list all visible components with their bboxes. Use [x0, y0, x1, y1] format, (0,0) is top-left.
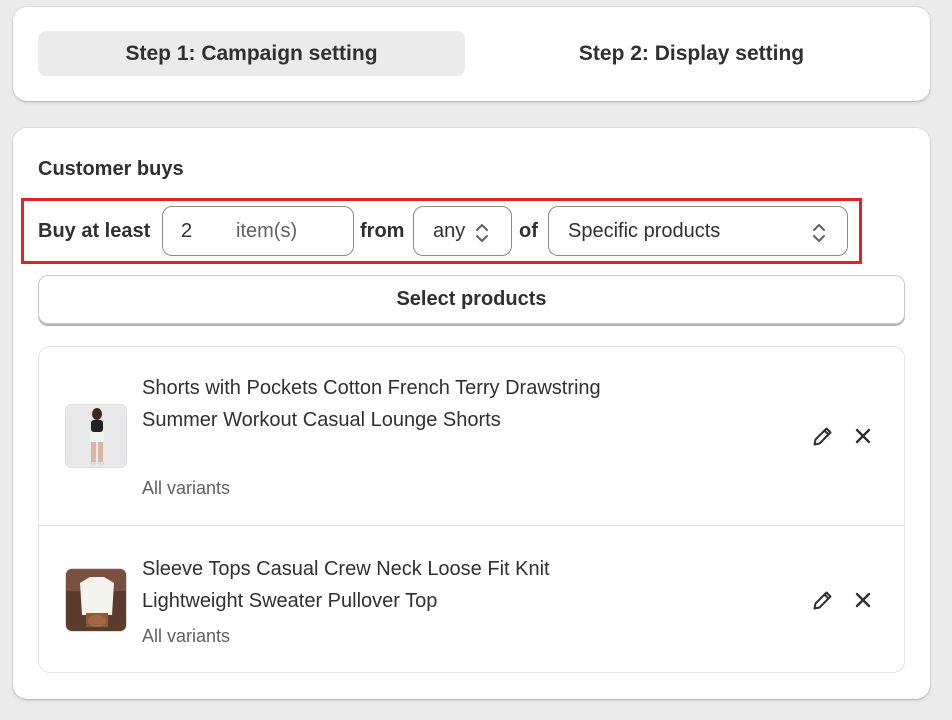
list-item: Sleeve Tops Casual Crew Neck Loose Fit K… [39, 527, 904, 673]
tab-step-1-campaign-setting[interactable]: Step 1: Campaign setting [38, 31, 465, 76]
product-variants: All variants [142, 478, 231, 498]
chevron-up-down-icon [476, 224, 488, 242]
scope-select[interactable]: any [413, 206, 512, 256]
selected-products-list: Shorts with Pockets Cotton French Terry … [38, 346, 905, 673]
buy-at-least-label: Buy at least [38, 220, 151, 242]
chevron-up-down-icon [813, 224, 825, 242]
from-label: from [360, 220, 405, 242]
quantity-suffix: item(s) [236, 220, 298, 242]
product-title: Sleeve Tops Casual Crew Neck Loose Fit K… [142, 558, 550, 612]
quantity-field[interactable]: 2 item(s) [162, 206, 354, 256]
pencil-icon[interactable] [811, 424, 835, 448]
close-icon[interactable] [851, 588, 875, 612]
close-icon[interactable] [851, 424, 875, 448]
select-products-button[interactable]: Select products [38, 275, 905, 324]
scope-select-value: any [433, 220, 466, 242]
pencil-icon[interactable] [811, 588, 835, 612]
product-type-select-value: Specific products [568, 220, 721, 242]
product-variants: All variants [142, 626, 231, 646]
customer-buys-card: Customer buys Buy at least 2 item(s) fro… [13, 128, 930, 699]
buy-rule-row: Buy at least 2 item(s) from any of Speci… [21, 198, 862, 264]
steps-card: Step 1: Campaign setting Step 2: Display… [13, 7, 930, 101]
tab-step-2-display-setting[interactable]: Step 2: Display setting [478, 31, 905, 76]
product-title: Shorts with Pockets Cotton French Terry … [142, 377, 601, 431]
of-label: of [519, 220, 538, 242]
section-title: Customer buys [38, 158, 184, 180]
product-thumbnail [65, 568, 127, 632]
product-type-select[interactable]: Specific products [548, 206, 848, 256]
list-item: Shorts with Pockets Cotton French Terry … [39, 347, 904, 526]
quantity-value[interactable]: 2 [181, 220, 192, 243]
product-thumbnail [65, 404, 127, 468]
